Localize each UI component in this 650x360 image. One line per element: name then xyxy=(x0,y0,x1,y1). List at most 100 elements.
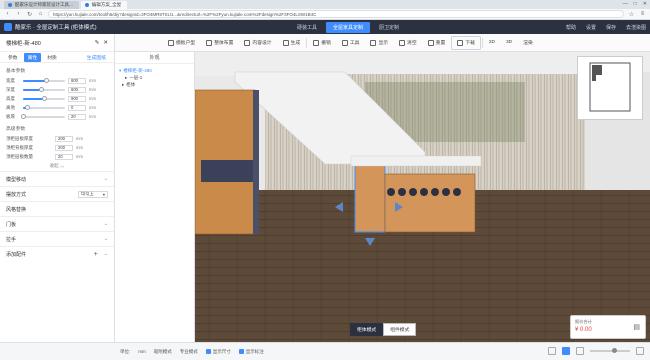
param-slider[interactable] xyxy=(20,113,65,119)
param-value-input[interactable]: 800 xyxy=(68,77,86,84)
camera-icon[interactable] xyxy=(548,347,556,355)
pro-mode[interactable]: 专业模式 xyxy=(180,349,198,355)
reload-icon[interactable]: ↻ xyxy=(26,11,33,18)
field-value-input[interactable]: 200 xyxy=(55,144,73,151)
show-dimension-toggle[interactable]: 显示标注 xyxy=(238,349,264,355)
accordion-item[interactable]: 模型移动 ⌄ xyxy=(0,171,114,186)
chevron-down-icon[interactable]: ⌄ xyxy=(104,176,108,182)
accordion-item[interactable]: 拉手 ⌄ xyxy=(0,231,114,246)
param-slider[interactable] xyxy=(23,86,65,92)
save-button[interactable]: 保存 xyxy=(606,24,616,31)
field-value-input[interactable]: 20 xyxy=(55,153,73,160)
unit-value[interactable]: mm xyxy=(138,349,146,354)
counter-cabinet[interactable] xyxy=(384,173,476,233)
toolbar-tools-button[interactable]: 工具 xyxy=(337,36,365,50)
close-window-icon[interactable]: ✕ xyxy=(643,1,647,7)
action-more-icon[interactable] xyxy=(453,188,461,196)
action-replace-icon[interactable] xyxy=(420,188,428,196)
chevron-down-icon[interactable]: ⌄ xyxy=(104,251,108,257)
tree-toggle-icon[interactable]: ▸ xyxy=(125,75,127,81)
toolbar-display-button[interactable]: 显示 xyxy=(365,36,393,50)
edit-icon[interactable]: ✎ xyxy=(95,40,100,46)
slider-knob[interactable] xyxy=(41,95,47,101)
tab-whole-house-custom[interactable]: 全屋家具定制 xyxy=(326,21,371,33)
accordion-item[interactable]: 门板 ⌄ xyxy=(0,216,114,231)
zoom-knob[interactable] xyxy=(612,348,617,353)
toolbar-reset-button[interactable]: 重置 xyxy=(423,36,451,50)
add-icon[interactable]: + xyxy=(94,251,98,258)
star-icon[interactable]: ☆ xyxy=(628,11,635,18)
price-summary[interactable]: 报价合计 ¥ 0.00 ▤ xyxy=(570,315,646,339)
menu-icon[interactable]: ≡ xyxy=(639,11,646,18)
param-value-input[interactable]: 900 xyxy=(68,95,86,102)
param-slider[interactable] xyxy=(23,104,65,110)
param-value-input[interactable]: 20 xyxy=(68,113,86,120)
tree-toggle-icon[interactable]: ▸ xyxy=(122,82,124,88)
minimize-icon[interactable]: — xyxy=(623,1,628,7)
chevron-down-icon[interactable]: ⌄ xyxy=(104,236,108,242)
tab-kitchen-bath[interactable]: 厨卫定制 xyxy=(372,22,406,33)
url-field[interactable]: https://yun.kujiale.com/tool/h5/diy?desi… xyxy=(48,10,624,18)
action-layer-icon[interactable] xyxy=(431,188,439,196)
chevron-down-icon[interactable]: ⌄ xyxy=(104,221,108,227)
toolbar-template-button[interactable]: 模板户型 xyxy=(163,36,200,50)
action-delete-icon[interactable] xyxy=(442,188,450,196)
selected-cabinet[interactable] xyxy=(354,163,386,233)
show-size-toggle[interactable]: 显示尺寸 xyxy=(205,349,231,355)
maximize-icon[interactable]: □ xyxy=(634,1,637,7)
forward-icon[interactable]: › xyxy=(15,11,22,18)
tree-item-child[interactable]: ▸ 一层-1 xyxy=(119,74,190,81)
tab-params[interactable]: 参数 xyxy=(4,53,22,62)
tree-item-body[interactable]: ▸ 柜体 xyxy=(119,81,190,88)
help-button[interactable]: 帮助 xyxy=(566,24,576,31)
toolbar-layout-button[interactable]: 整体布置 xyxy=(201,36,238,50)
slider-knob[interactable] xyxy=(20,113,26,119)
action-favorite-icon[interactable] xyxy=(409,188,417,196)
3d-viewport[interactable]: 柜体模式 组件模式 报价合计 ¥ 0.00 ▤ xyxy=(195,52,650,342)
checkbox-icon[interactable] xyxy=(238,349,244,354)
param-slider[interactable] xyxy=(23,95,65,101)
tab-drawings[interactable]: 生成图纸 xyxy=(83,53,110,62)
home-icon[interactable]: ⌂ xyxy=(37,11,44,18)
param-slider[interactable] xyxy=(23,77,65,83)
param-value-input[interactable]: 0 xyxy=(68,104,86,111)
toolbar-clear-button[interactable]: 清空 xyxy=(394,36,422,50)
placement-select[interactable]: 均匀上 ▾ xyxy=(78,190,108,198)
toolbar-generate-button[interactable]: 生成 xyxy=(278,36,306,50)
slider-knob[interactable] xyxy=(24,104,30,110)
toolbar-download-button[interactable]: 下载 xyxy=(451,35,481,50)
slider-knob[interactable] xyxy=(43,77,49,83)
snap-mode[interactable]: 吸附模式 xyxy=(154,349,172,355)
accordion-item[interactable]: 摆放方式 均匀上 ▾ xyxy=(0,186,114,201)
accordion-item[interactable]: 风格替换 xyxy=(0,201,114,216)
checkbox-icon[interactable] xyxy=(205,349,211,354)
view-2d-button[interactable]: 2D xyxy=(484,36,500,50)
tab-material[interactable]: 材质 xyxy=(43,53,61,62)
fit-view-icon[interactable] xyxy=(576,347,584,355)
cabinet-mode-button[interactable]: 柜体模式 xyxy=(350,323,384,336)
component-mode-button[interactable]: 组件模式 xyxy=(383,323,417,336)
close-panel-icon[interactable]: ✕ xyxy=(103,40,108,46)
zoom-slider[interactable] xyxy=(590,348,630,353)
view-3d-button[interactable]: 3D xyxy=(501,36,517,50)
quote-list-icon[interactable]: ▤ xyxy=(633,323,640,331)
tree-item-root[interactable]: ▾ 楼梯柜-新-480 xyxy=(119,67,190,74)
settings-button[interactable]: 设置 xyxy=(586,24,596,31)
tree-toggle-icon[interactable]: ▾ xyxy=(119,68,121,74)
back-icon[interactable]: ‹ xyxy=(4,11,11,18)
accordion-item[interactable]: 添加配件 + ⌄ xyxy=(0,246,114,261)
collapse-link[interactable]: 收起 ︿ xyxy=(0,161,114,171)
field-value-input[interactable]: 200 xyxy=(55,135,73,142)
toolbar-content-button[interactable]: 内容设计 xyxy=(239,36,276,50)
render-view-button[interactable]: 渲染 xyxy=(518,36,538,50)
toolbar-undo-button[interactable]: 撤销 xyxy=(308,36,336,50)
action-copy-icon[interactable] xyxy=(398,188,406,196)
action-rotate-icon[interactable] xyxy=(387,188,395,196)
slider-knob[interactable] xyxy=(39,86,45,92)
render-button[interactable]: 去渲染图 xyxy=(626,24,646,31)
minimap[interactable] xyxy=(577,56,643,120)
param-value-input[interactable]: 600 xyxy=(68,86,86,93)
edit-mode-icon[interactable] xyxy=(562,347,570,355)
tab-hard-decoration[interactable]: 硬装工具 xyxy=(290,22,324,33)
tab-attributes[interactable]: 属性 xyxy=(23,52,42,62)
